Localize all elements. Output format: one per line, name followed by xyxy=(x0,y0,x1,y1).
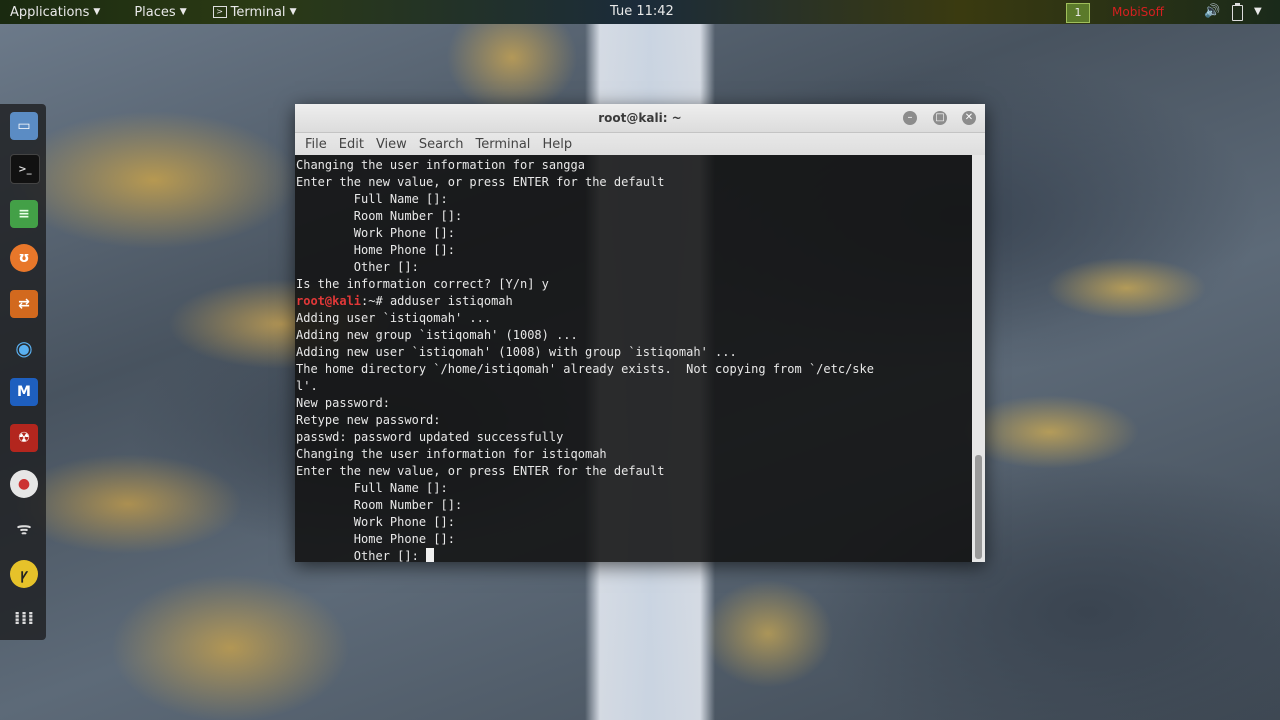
scrollbar-thumb[interactable] xyxy=(975,455,982,559)
terminal-line: Work Phone []: xyxy=(296,515,455,529)
armitage-icon[interactable]: ☢ xyxy=(10,424,38,452)
battery-icon[interactable] xyxy=(1232,3,1243,21)
terminal-line: Room Number []: xyxy=(296,209,463,223)
window-menubar: File Edit View Search Terminal Help xyxy=(295,133,985,155)
volume-icon[interactable]: 🔊 xyxy=(1204,0,1220,24)
terminal-line: New password: xyxy=(296,396,390,410)
menu-edit[interactable]: Edit xyxy=(333,137,370,152)
terminal-line: The home directory `/home/istiqomah' alr… xyxy=(296,362,874,376)
chevron-down-icon[interactable]: ▼ xyxy=(1254,0,1262,24)
terminal-line: Home Phone []: xyxy=(296,243,455,257)
prompt-user: root@kali xyxy=(296,294,362,308)
terminal-small-icon: > xyxy=(212,6,227,18)
terminal-app-menu[interactable]: > Terminal ▼ xyxy=(203,5,307,20)
places-menu[interactable]: Places ▼ xyxy=(124,5,196,20)
text-cursor xyxy=(426,548,435,562)
maltego-icon[interactable]: ⇄ xyxy=(10,290,38,318)
applications-menu[interactable]: Applications ▼ xyxy=(0,5,110,20)
terminal-output[interactable]: Changing the user information for sangga… xyxy=(295,155,972,564)
chevron-down-icon: ▼ xyxy=(179,7,187,17)
burpsuite-icon[interactable]: ʊ xyxy=(10,244,38,272)
terminal-line: Home Phone []: xyxy=(296,532,455,546)
terminal-line: passwd: password updated successfully xyxy=(296,430,564,444)
command-text: adduser istiqomah xyxy=(389,294,513,308)
wifi-icon[interactable]: ᯤ xyxy=(10,514,38,542)
recorder-icon[interactable]: ● xyxy=(10,470,38,498)
terminal-line: Room Number []: xyxy=(296,498,463,512)
menu-file[interactable]: File xyxy=(299,137,333,152)
window-titlebar[interactable]: root@kali: ~ – □ ✕ xyxy=(295,104,985,133)
prompt-path: :~# xyxy=(361,294,390,308)
scrollbar[interactable] xyxy=(972,155,985,562)
eye-icon[interactable]: ◉ xyxy=(10,334,38,362)
terminal-window: root@kali: ~ – □ ✕ File Edit View Search… xyxy=(295,104,985,564)
menu-view[interactable]: View xyxy=(370,137,413,152)
apps-grid-icon[interactable]: ⁞⁞⁞ xyxy=(10,604,38,632)
window-title: root@kali: ~ xyxy=(598,111,682,125)
terminal-line: Is the information correct? [Y/n] y xyxy=(296,277,549,291)
terminal-line: Adding user `istiqomah' ... xyxy=(296,311,492,325)
terminal-line: Other []: xyxy=(296,260,419,274)
terminal-icon[interactable]: >_ xyxy=(10,154,40,184)
terminal-line: Full Name []: xyxy=(296,192,448,206)
files-icon[interactable]: ▭ xyxy=(10,112,38,140)
terminal-line: Changing the user information for sangga xyxy=(296,158,585,172)
terminal-line: Work Phone []: xyxy=(296,226,455,240)
menu-search[interactable]: Search xyxy=(413,137,470,152)
chevron-down-icon: ▼ xyxy=(93,7,101,17)
applications-label: Applications xyxy=(10,4,90,20)
minimize-icon[interactable]: – xyxy=(903,111,917,125)
input-line[interactable]: Other []: xyxy=(296,548,972,564)
terminal-line: Enter the new value, or press ENTER for … xyxy=(296,464,665,478)
chevron-down-icon: ▼ xyxy=(289,7,297,17)
dock: ▭ >_ ≡ ʊ ⇄ ◉ M ☢ ● ᯤ ꝩ ⁞⁞⁞ xyxy=(0,104,46,640)
places-label: Places xyxy=(134,4,176,20)
terminal-app-label: Terminal xyxy=(230,4,286,20)
clock[interactable]: Tue 11:42 xyxy=(610,0,674,24)
input-prompt: Other []: xyxy=(296,549,427,563)
top-panel: Applications ▼ Places ▼ > Terminal ▼ Tue… xyxy=(0,0,1280,24)
terminal-line: Retype new password: xyxy=(296,413,441,427)
terminal-line: Adding new user `istiqomah' (1008) with … xyxy=(296,345,737,359)
terminal-line: l'. xyxy=(296,379,318,393)
close-icon[interactable]: ✕ xyxy=(962,111,976,125)
terminal-line: Full Name []: xyxy=(296,481,448,495)
terminal-line: Adding new group `istiqomah' (1008) ... xyxy=(296,328,578,342)
notes-icon[interactable]: ≡ xyxy=(10,200,38,228)
menu-help[interactable]: Help xyxy=(536,137,578,152)
prompt-line: root@kali:~# adduser istiqomah xyxy=(296,293,972,310)
menu-terminal[interactable]: Terminal xyxy=(469,137,536,152)
wireshark-icon[interactable]: ꝩ xyxy=(10,560,38,588)
maximize-icon[interactable]: □ xyxy=(933,111,947,125)
terminal-line: Enter the new value, or press ENTER for … xyxy=(296,175,665,189)
metasploit-icon[interactable]: M xyxy=(10,378,38,406)
terminal-line: Changing the user information for istiqo… xyxy=(296,447,607,461)
user-indicator[interactable]: MobiSoff xyxy=(1112,0,1164,24)
workspace-indicator[interactable]: 1 xyxy=(1066,3,1090,23)
